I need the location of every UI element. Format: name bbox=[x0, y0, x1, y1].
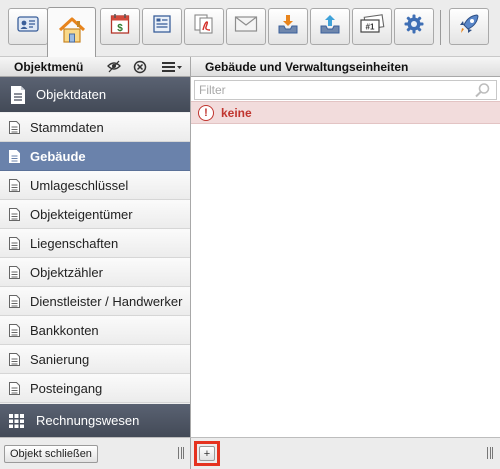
list-menu-icon[interactable] bbox=[160, 59, 184, 75]
visibility-toggle-icon[interactable] bbox=[106, 59, 124, 75]
section-header-objektdaten[interactable]: Objektdaten bbox=[0, 77, 190, 112]
sidebar-item-label: Umlageschlüssel bbox=[30, 177, 129, 193]
document-icon bbox=[9, 178, 20, 192]
document-icon bbox=[9, 323, 20, 337]
launch-button[interactable] bbox=[449, 8, 489, 45]
search-icon[interactable] bbox=[474, 82, 492, 98]
export-button[interactable] bbox=[310, 8, 350, 45]
rocket-icon bbox=[457, 12, 481, 41]
close-circle-icon[interactable] bbox=[132, 59, 150, 75]
document-icon bbox=[9, 149, 20, 163]
warning-icon: ! bbox=[198, 104, 214, 121]
sidebar-item-posteingang[interactable]: Posteingang bbox=[0, 374, 190, 403]
contact-card-button[interactable] bbox=[8, 8, 48, 45]
document-icon bbox=[9, 294, 20, 308]
import-button[interactable] bbox=[268, 8, 308, 45]
svg-text:#1: #1 bbox=[366, 23, 375, 32]
add-button-highlight: + bbox=[194, 441, 220, 466]
pdf-documents-icon bbox=[193, 13, 215, 40]
gear-icon bbox=[403, 13, 425, 40]
sidebar-item-label: Gebäude bbox=[30, 148, 86, 164]
resize-grip-icon[interactable] bbox=[178, 447, 184, 459]
form-button[interactable] bbox=[142, 8, 182, 45]
document-icon bbox=[9, 120, 20, 134]
toolbar-divider bbox=[440, 10, 441, 45]
content-header: Gebäude und Verwaltungseinheiten bbox=[191, 57, 500, 77]
sidebar-item-dienstleister[interactable]: Dienstleister / Handwerker bbox=[0, 287, 190, 316]
document-section-icon bbox=[8, 85, 28, 105]
sidebar-item-liegenschaften[interactable]: Liegenschaften bbox=[0, 229, 190, 258]
content-panel: ! keine bbox=[191, 77, 500, 437]
section-label: Objektdaten bbox=[36, 87, 107, 102]
sidebar-item-label: Stammdaten bbox=[30, 119, 104, 135]
sidebar-item-label: Liegenschaften bbox=[30, 235, 119, 251]
sidebar-item-umlageschluessel[interactable]: Umlageschlüssel bbox=[0, 171, 190, 200]
content-footer: + bbox=[191, 437, 500, 469]
document-icon bbox=[9, 236, 20, 250]
filter-box bbox=[194, 80, 497, 100]
object-menu-title: Objektmenü bbox=[14, 60, 84, 74]
settings-button[interactable] bbox=[394, 8, 434, 45]
calendar-dollar-icon: $ bbox=[110, 13, 130, 40]
document-icon bbox=[9, 265, 20, 279]
tray-upload-icon bbox=[319, 13, 341, 40]
main-toolbar: $ #1 bbox=[0, 0, 500, 57]
sidebar-item-objektzaehler[interactable]: Objektzähler bbox=[0, 258, 190, 287]
form-icon bbox=[152, 14, 172, 39]
object-menu-header: Objektmenü bbox=[0, 57, 191, 77]
sidebar-item-bankkonten[interactable]: Bankkonten bbox=[0, 316, 190, 345]
filter-input[interactable] bbox=[195, 81, 465, 99]
email-button[interactable] bbox=[226, 8, 266, 45]
sidebar-item-label: Objektzähler bbox=[30, 264, 103, 280]
add-button[interactable]: + bbox=[199, 446, 215, 461]
tray-download-icon bbox=[277, 13, 299, 40]
sidebar-item-label: Dienstleister / Handwerker bbox=[30, 293, 183, 309]
sidebar-item-label: Sanierung bbox=[30, 351, 90, 367]
sidebar-item-objekteigentuemer[interactable]: Objekteigentümer bbox=[0, 200, 190, 229]
calendar-dollar-button[interactable]: $ bbox=[100, 8, 140, 45]
empty-result-row: ! keine bbox=[191, 101, 500, 124]
envelope-icon bbox=[234, 15, 258, 38]
sidebar-footer: Objekt schließen bbox=[0, 437, 191, 469]
tickets-icon: #1 bbox=[359, 14, 385, 39]
resize-grip-icon[interactable] bbox=[487, 447, 493, 459]
document-icon bbox=[9, 352, 20, 366]
sidebar-item-gebaeude[interactable]: Gebäude bbox=[0, 142, 190, 171]
content-title: Gebäude und Verwaltungseinheiten bbox=[205, 60, 409, 74]
contact-card-icon bbox=[17, 15, 39, 38]
document-icon bbox=[9, 207, 20, 221]
sidebar-item-label: Bankkonten bbox=[30, 322, 99, 338]
tickets-button[interactable]: #1 bbox=[352, 8, 392, 45]
svg-text:$: $ bbox=[117, 23, 123, 34]
sidebar-item-stammdaten[interactable]: Stammdaten bbox=[0, 113, 190, 142]
sidebar-item-sanierung[interactable]: Sanierung bbox=[0, 345, 190, 374]
sidebar-item-label: Objekteigentümer bbox=[30, 206, 133, 222]
empty-result-label: keine bbox=[221, 105, 252, 120]
home-icon bbox=[56, 15, 88, 50]
close-object-button[interactable]: Objekt schließen bbox=[4, 445, 98, 463]
columns-icon bbox=[8, 411, 28, 431]
object-sidebar: Objektdaten Stammdaten Gebäude Umlagesch… bbox=[0, 77, 191, 437]
pdf-documents-button[interactable] bbox=[184, 8, 224, 45]
home-button[interactable] bbox=[47, 7, 96, 57]
document-icon bbox=[9, 381, 20, 395]
section-header-rechnungswesen[interactable]: Rechnungswesen bbox=[0, 404, 190, 437]
section-label: Rechnungswesen bbox=[36, 413, 140, 428]
sidebar-item-label: Posteingang bbox=[30, 380, 103, 396]
